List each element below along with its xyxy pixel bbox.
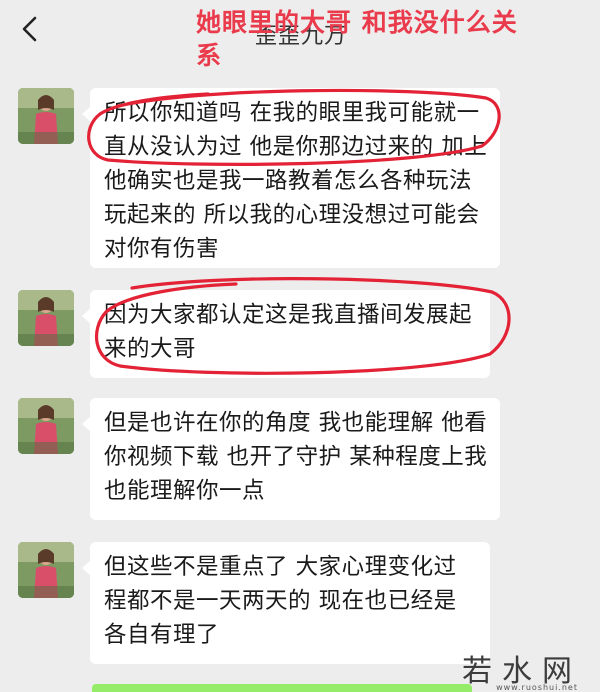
avatar[interactable] — [18, 542, 74, 598]
avatar[interactable] — [18, 88, 74, 144]
message-bubble[interactable]: 但这些不是重点了 大家心理变化过程都不是一天两天的 现在也已经是各自有理了 — [82, 542, 490, 664]
watermark-url: www.ruoshui.net — [496, 683, 578, 692]
avatar-photo-icon — [18, 542, 74, 598]
chevron-left-icon[interactable] — [18, 14, 42, 44]
message-bubble[interactable]: 但是也许在你的角度 我也能理解 他看你视频下载 也开了守护 某种程度上我也能理解… — [82, 398, 500, 520]
message-bubble[interactable]: 因为大家都认定这是我直播间发展起来的大哥 — [82, 290, 490, 378]
annotation-caption: 她眼里的大哥 和我没什么关系 — [196, 8, 518, 70]
avatar-photo-icon — [18, 88, 74, 144]
avatar-photo-icon — [18, 290, 74, 346]
avatar[interactable] — [18, 398, 74, 454]
message-bubble[interactable]: 所以你知道吗 在我的眼里我可能就一直从没认为过 他是你那边过来的 加上他确实也是… — [82, 88, 500, 268]
avatar-photo-icon — [18, 398, 74, 454]
sent-message-bubble — [92, 684, 472, 692]
avatar[interactable] — [18, 290, 74, 346]
